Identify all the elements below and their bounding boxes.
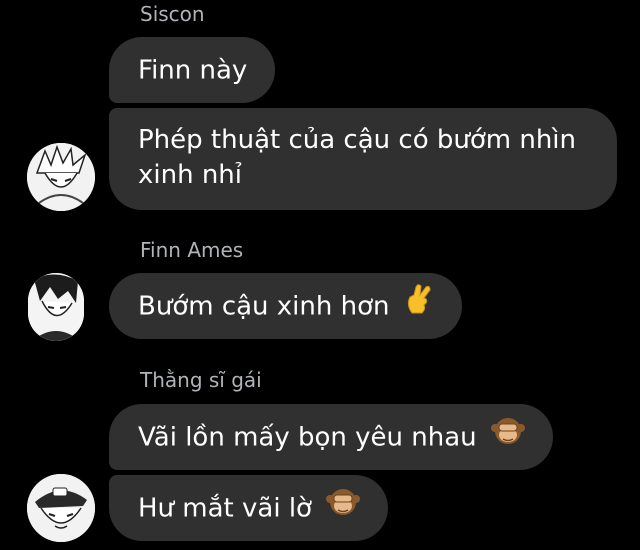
sender-name: Finn Ames: [140, 238, 244, 262]
avatar[interactable]: [27, 143, 95, 211]
anime-boy-avatar-icon: [27, 143, 95, 211]
message-text: Phép thuật của cậu có bướm nhìn xinh nhỉ: [138, 125, 577, 190]
avatar[interactable]: [27, 474, 95, 542]
avatar[interactable]: [28, 273, 84, 341]
message-text: Bướm cậu xinh hơn: [138, 291, 390, 322]
message-bubble[interactable]: Vãi lồn mấy bọn yêu nhau: [109, 404, 553, 470]
anime-dark-hair-avatar-icon: [28, 273, 84, 341]
message-bubble[interactable]: Hư mắt vãi lờ: [109, 475, 389, 542]
see-no-evil-monkey-emoji-icon: [490, 405, 525, 471]
message-bubble[interactable]: Bướm cậu xinh hơn: [109, 273, 462, 339]
sender-name: Siscon: [140, 2, 205, 26]
message-text: Vãi lồn mấy bọn yêu nhau: [138, 422, 477, 453]
message-text: Finn này: [138, 55, 248, 86]
message-text: Hư mắt vãi lờ: [138, 493, 312, 524]
message-bubble[interactable]: Phép thuật của cậu có bướm nhìn xinh nhỉ: [109, 108, 617, 210]
sender-name: Thằng sĩ gái: [140, 368, 262, 392]
message-bubble[interactable]: Finn này: [109, 37, 276, 103]
crossed-fingers-emoji-icon: [404, 274, 434, 340]
anime-cap-avatar-icon: [27, 474, 95, 542]
see-no-evil-monkey-emoji-icon: [326, 476, 361, 542]
